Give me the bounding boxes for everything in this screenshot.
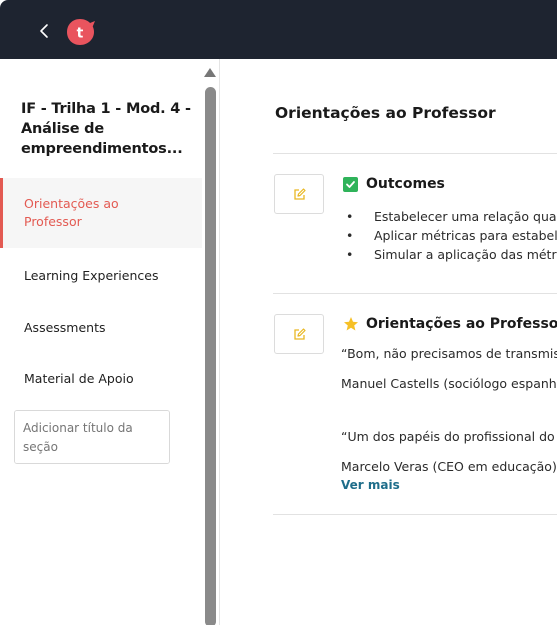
outcomes-heading: Outcomes [343, 176, 445, 192]
chevron-left-icon [40, 24, 48, 38]
sidebar-item-label: Orientações ao Professor [24, 196, 119, 229]
divider [273, 153, 557, 154]
orientacoes-heading: Orientações ao Professor [343, 316, 557, 332]
divider [273, 293, 557, 294]
edit-icon [293, 327, 306, 340]
sidebar-item-orientacoes[interactable]: Orientações ao Professor [0, 178, 202, 248]
sidebar-item-label: Learning Experiences [24, 267, 159, 283]
quote-text: “Bom, não precisamos de transmiss [341, 346, 557, 361]
list-item: Estabelecer uma relação quan [346, 207, 557, 226]
outcomes-heading-label: Outcomes [366, 176, 445, 192]
outcomes-list: Estabelecer uma relação quan Aplicar mét… [346, 207, 557, 264]
list-item: Simular a aplicação das métric [346, 245, 557, 264]
checkbox-checked-icon [343, 176, 358, 192]
scroll-up-arrow[interactable] [204, 68, 216, 77]
sidebar: IF - Trilha 1 - Mod. 4 - Análise de empr… [0, 59, 220, 625]
sidebar-item-label: Assessments [24, 319, 106, 335]
quote-author: Manuel Castells (sociólogo espanho [341, 376, 557, 391]
orientacoes-heading-label: Orientações ao Professor [366, 316, 557, 332]
list-item: Aplicar métricas para estabele [346, 226, 557, 245]
quote-author: Marcelo Veras (CEO em educação) [341, 459, 557, 474]
see-more-link[interactable]: Ver mais [341, 478, 400, 492]
sidebar-item-material-de-apoio[interactable]: Material de Apoio [0, 365, 202, 391]
star-icon [344, 317, 358, 331]
edit-icon [293, 187, 306, 200]
course-title: IF - Trilha 1 - Mod. 4 - Análise de empr… [21, 101, 191, 157]
add-section-title-input[interactable] [14, 410, 170, 464]
sidebar-item-label: Material de Apoio [24, 370, 134, 386]
edit-outcomes-button[interactable] [274, 174, 324, 214]
logo-letter: t [77, 26, 84, 42]
app-logo[interactable]: t [66, 18, 95, 46]
top-bar: t [0, 0, 557, 59]
sidebar-item-learning-experiences[interactable]: Learning Experiences [0, 262, 202, 288]
divider [273, 514, 557, 515]
back-button[interactable] [34, 20, 54, 42]
sidebar-item-assessments[interactable]: Assessments [0, 314, 202, 340]
page-title: Orientações ao Professor [275, 104, 496, 122]
scrollbar-thumb[interactable] [205, 87, 216, 625]
quote-text: “Um dos papéis do profissional do f [341, 429, 557, 444]
edit-orientacoes-button[interactable] [274, 314, 324, 354]
